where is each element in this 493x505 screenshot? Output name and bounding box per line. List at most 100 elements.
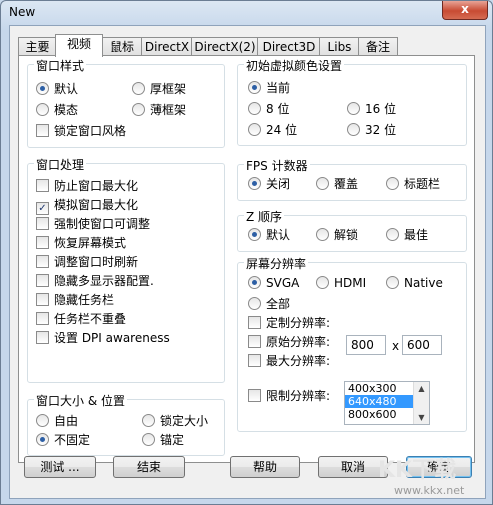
radio-color-current[interactable]: 当前 [248,80,290,96]
tab-video[interactable]: 视频 [55,34,103,57]
tab-main[interactable]: 主要 [18,37,57,56]
width-input[interactable]: 800 [346,335,386,355]
checkbox-restore-screen-mode[interactable]: 恢复屏幕模式 [36,235,126,251]
radio-fps-off[interactable]: 关闭 [248,176,290,192]
checkbox-label: 原始分辨率: [266,335,331,349]
radio-z-unlock[interactable]: 解锁 [316,227,358,243]
window-title: New [9,5,36,19]
radio-indicator [248,177,261,190]
radio-label: HDMI [334,276,367,290]
radio-indicator [36,103,49,116]
checkbox-hide-multimonitor[interactable]: 隐藏多显示器配置. [36,273,154,289]
checkbox-force-resizable[interactable]: 强制使窗口可调整 [36,216,150,232]
radio-style-thick-frame[interactable]: 厚框架 [132,81,186,97]
radio-indicator [142,433,155,446]
radio-res-native[interactable]: Native [386,275,443,291]
checkbox-label: 隐藏任务栏 [54,293,115,307]
radio-indicator [132,82,145,95]
tab-direct3d[interactable]: Direct3D [257,37,321,56]
radio-color-16bit[interactable]: 16 位 [347,101,396,117]
radio-indicator [248,102,261,115]
radio-label: 关闭 [266,177,291,191]
radio-z-topmost[interactable]: 最佳 [386,227,428,243]
checkbox-refresh-on-resize[interactable]: 调整窗口时刷新 [36,254,138,270]
checkbox-dpi-awareness[interactable]: 设置 DPI awareness [36,330,170,346]
radio-indicator [36,414,49,427]
group-label: 窗口大小 & 位置 [34,392,127,409]
tab-directx[interactable]: DirectX [141,37,193,56]
listbox-scrollbar[interactable]: ▲ ▼ [413,382,429,424]
radio-color-24bit[interactable]: 24 位 [248,122,297,138]
app-window: New x 主要 视频 鼠标 DirectX DirectX(2) Direct… [0,0,493,505]
radio-z-default[interactable]: 默认 [248,227,290,243]
checkbox-indicator [248,354,261,367]
checkbox-indicator [36,255,49,268]
checkbox-original-resolution[interactable]: 原始分辨率: [248,334,330,350]
radio-label: 不固定 [54,433,91,447]
checkbox-indicator [36,124,49,137]
checkbox-prevent-maximize[interactable]: 防止窗口最大化 [36,178,138,194]
close-button[interactable]: x [442,1,488,20]
radio-label: 厚框架 [150,82,187,96]
checkbox-lock-style[interactable]: 锁定窗口风格 [36,123,126,139]
radio-indicator [386,177,399,190]
radio-pos-free[interactable]: 自由 [36,413,78,429]
height-input[interactable]: 600 [402,335,442,355]
radio-indicator [316,177,329,190]
radio-fps-overlay[interactable]: 覆盖 [316,176,358,192]
group-screen-resolution: 屏幕分辨率 SVGA HDMI Native 全部 定制分辨率: 原始分辨率: … [237,255,467,432]
radio-indicator [132,103,145,116]
tab-directx2[interactable]: DirectX(2) [191,37,259,56]
radio-res-all[interactable]: 全部 [248,296,290,312]
checkbox-no-taskbar-overlap[interactable]: 任务栏不重叠 [36,311,126,327]
radio-indicator [248,228,261,241]
scroll-up-icon[interactable]: ▲ [414,382,429,395]
radio-indicator [347,102,360,115]
checkbox-label: 最大分辨率: [266,354,331,368]
titlebar: New x [1,1,492,25]
radio-res-hdmi[interactable]: HDMI [316,275,366,291]
group-window-handling: 窗口处理 防止窗口最大化 ✓ 模拟窗口最大化 强制使窗口可调整 恢复屏幕模式 调整… [27,156,225,383]
radio-style-thin-frame[interactable]: 薄框架 [132,102,186,118]
checkbox-emulate-maximize[interactable]: ✓ 模拟窗口最大化 [36,197,139,215]
checkbox-custom-resolution[interactable]: 定制分辨率: [248,315,330,331]
radio-indicator [36,82,49,95]
checkbox-max-resolution[interactable]: 最大分辨率: [248,353,330,369]
group-window-style: 窗口样式 默认 厚框架 模态 薄框架 锁定窗口风格 [27,57,225,148]
radio-label: 默认 [266,228,291,242]
radio-pos-not-fixed[interactable]: 不固定 [36,432,90,448]
checkbox-hide-taskbar[interactable]: 隐藏任务栏 [36,292,114,308]
radio-color-32bit[interactable]: 32 位 [347,122,396,138]
radio-style-modal[interactable]: 模态 [36,102,78,118]
radio-label: 自由 [54,414,79,428]
radio-label: 锚定 [160,433,185,447]
resolution-listbox[interactable]: 400x300 640x480 800x600 ▲ ▼ [344,381,430,425]
radio-res-svga[interactable]: SVGA [248,275,299,291]
radio-indicator [142,414,155,427]
group-initial-color: 初始虚拟颜色设置 当前 8 位 16 位 24 位 32 位 [237,57,467,146]
watermark-url: www.kkx.net [394,484,465,497]
tab-mouse[interactable]: 鼠标 [101,37,143,56]
video-tab-panel: 窗口样式 默认 厚框架 模态 薄框架 锁定窗口风格 窗口处理 防止窗口最大化 ✓… [18,55,475,463]
radio-pos-lock-size[interactable]: 锁定大小 [142,413,208,429]
tab-libs[interactable]: Libs [319,37,360,56]
radio-style-default[interactable]: 默认 [36,81,78,97]
radio-label: 标题栏 [404,177,441,191]
radio-label: 16 位 [365,102,397,116]
group-label: 屏幕分辨率 [244,255,309,272]
radio-pos-anchor[interactable]: 锚定 [142,432,184,448]
radio-label: 8 位 [266,102,290,116]
dialog-client: 主要 视频 鼠标 DirectX DirectX(2) Direct3D Lib… [9,25,486,499]
test-button[interactable]: 测试 ... [24,456,96,478]
checkbox-label: 隐藏多显示器配置. [54,274,154,288]
tab-notes[interactable]: 备注 [358,37,398,56]
radio-color-8bit[interactable]: 8 位 [248,101,289,117]
radio-label: Native [404,276,443,290]
radio-label: 覆盖 [334,177,359,191]
end-button[interactable]: 结束 [113,456,185,478]
checkbox-limit-resolution[interactable]: 限制分辨率: [248,388,330,404]
scroll-down-icon[interactable]: ▼ [414,411,429,424]
help-button[interactable]: 帮助 [230,456,300,478]
checkbox-label: 模拟窗口最大化 [54,198,139,212]
radio-fps-titlebar[interactable]: 标题栏 [386,176,440,192]
